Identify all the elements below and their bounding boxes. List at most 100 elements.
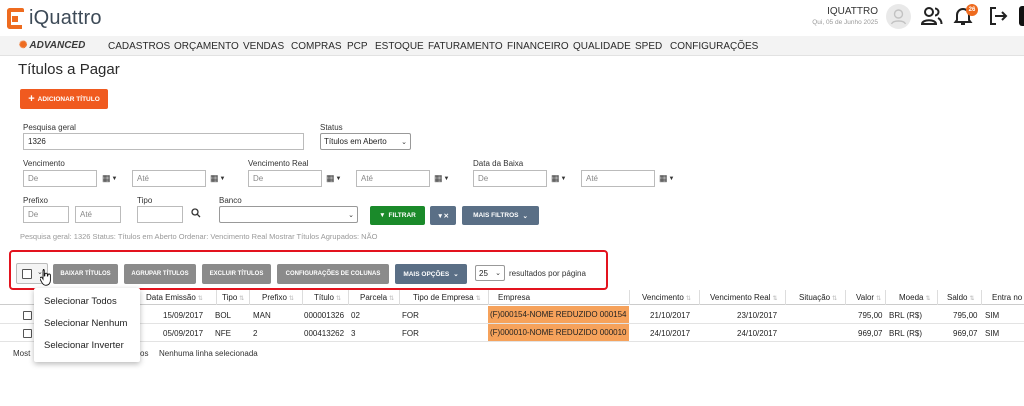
vencimento-from-input[interactable]: De [23,170,97,187]
table-header: Data Emissão ⇅ Tipo ⇅ Prefixo ⇅ Título ⇅ Par… [0,290,1024,305]
excluir-titulos-button[interactable]: EXCLUIR TÍTULOS [202,264,271,284]
col-vencimento[interactable]: Vencimento ⇅ [642,293,691,302]
user-info: IQUATTRO Qui, 05 de Junho 2025 [808,6,878,26]
col-tipo-empresa[interactable]: Tipo de Empresa ⇅ [413,293,481,302]
app-logo[interactable]: iQuattro [7,7,102,30]
search-input[interactable]: 1326 [23,133,304,150]
vencimento-to-input[interactable]: Até [132,170,206,187]
menu-cadastros[interactable]: CADASTROS [108,41,170,52]
select-all-checkbox[interactable] [22,269,32,279]
calendar-icon[interactable]: ▦ ▼ [551,173,566,184]
col-situacao[interactable]: Situação ⇅ [799,293,837,302]
chevron-down-icon: ⌄ [453,271,459,278]
col-moeda[interactable]: Moeda ⇅ [899,293,931,302]
col-titulo[interactable]: Título ⇅ [314,293,341,302]
config-colunas-button[interactable]: CONFIGURAÇÕES DE COLUNAS [277,264,389,284]
row-checkbox[interactable] [23,329,32,338]
mais-opcoes-button[interactable]: MAIS OPÇÕES ⌄ [395,264,467,284]
col-parcela[interactable]: Parcela ⇅ [360,293,394,302]
col-saldo[interactable]: Saldo ⇅ [947,293,975,302]
cell-prefixo: MAN [253,311,271,320]
chevron-down-icon: ⌄ [401,138,407,146]
prefixo-from-input[interactable]: De [23,206,69,223]
menu-faturamento[interactable]: FATURAMENTO [428,41,503,52]
table-row[interactable]: 05/09/2017 NFE 2 000413262 3 FOR (F)0000… [0,324,1024,342]
menu-item-select-invert[interactable]: Selecionar Inverter [44,340,124,351]
data-baixa-to-input[interactable]: Até [581,170,655,187]
data-baixa-from-input[interactable]: De [473,170,547,187]
data-baixa-label: Data da Baixa [473,159,524,168]
col-entra-no[interactable]: Entra no [992,293,1022,302]
pagination-info-right: os [140,349,149,358]
cell-data-emissao: 05/09/2017 [163,329,204,338]
menu-financeiro[interactable]: FINANCEIRO [507,41,569,52]
menu-orcamento[interactable]: ORÇAMENTO [174,41,239,52]
col-prefixo[interactable]: Prefixo ⇅ [262,293,294,302]
menu-item-select-all[interactable]: Selecionar Todos [44,296,117,307]
chevron-down-icon: ⌄ [495,270,501,277]
filter-summary: Pesquisa geral: 1326 Status: Títulos em … [20,232,378,241]
row-checkbox[interactable] [23,311,32,320]
add-title-button[interactable]: + ADICIONAR TÍTULO [20,89,108,109]
app-header: iQuattro IQUATTRO Qui, 05 de Junho 2025 … [0,0,1024,36]
cell-empresa: (F)000010-NOME REDUZIDO 000010 [488,324,629,341]
cell-valor: 969,07 [858,329,883,338]
per-page-label: resultados por página [509,269,586,278]
logout-icon[interactable] [988,6,1008,26]
menu-pcp[interactable]: PCP [347,41,368,52]
cell-vencimento: 24/10/2017 [650,329,691,338]
cell-entra-no: SIM [985,311,1000,320]
cell-titulo: 000413262 [304,329,345,338]
col-tipo[interactable]: Tipo ⇅ [222,293,244,302]
users-icon[interactable] [920,6,943,26]
cell-tipo-empresa: FOR [402,311,419,320]
menu-estoque[interactable]: ESTOQUE [375,41,424,52]
search-icon[interactable] [191,208,201,218]
banco-label: Banco [219,196,242,205]
per-page-select[interactable]: 25 ⌄ [475,265,505,281]
filter-button[interactable]: ▼ FILTRAR [370,206,425,225]
baixar-titulos-button[interactable]: BAIXAR TÍTULOS [53,264,118,284]
cell-prefixo: 2 [253,329,258,338]
logo-text: iQuattro [29,7,102,29]
avatar[interactable] [886,4,911,29]
logo-mark-icon [7,8,26,29]
menu-vendas[interactable]: VENDAS [243,41,284,52]
advanced-brand: ✺ ADVANCED [19,40,86,51]
vencimento-real-label: Vencimento Real [248,159,309,168]
clear-filter-button[interactable]: ▼✕ [430,206,456,225]
col-vencimento-real[interactable]: Vencimento Real ⇅ [710,293,778,302]
cell-vencimento: 21/10/2017 [650,311,691,320]
menu-configuracoes[interactable]: CONFIGURAÇÕES [670,41,758,52]
current-date: Qui, 05 de Junho 2025 [812,19,878,26]
calendar-icon[interactable]: ▦ ▼ [326,173,341,184]
agrupar-titulos-button[interactable]: AGRUPAR TÍTULOS [124,264,196,284]
calendar-icon[interactable]: ▦ ▼ [210,173,225,184]
table-row[interactable]: 15/09/2017 BOL MAN 000001326 02 FOR (F)0… [0,306,1024,324]
tipo-input[interactable] [137,206,183,223]
cell-empresa: (F)000154-NOME REDUZIDO 000154 [488,306,629,323]
col-valor[interactable]: Valor ⇅ [856,293,881,302]
menu-item-select-none[interactable]: Selecionar Nenhum [44,318,127,329]
status-select[interactable]: Títulos em Aberto ⌄ [320,133,411,150]
menu-qualidade[interactable]: QUALIDADE [573,41,631,52]
more-filters-button[interactable]: MAIS FILTROS ⌄ [462,206,539,225]
vencimento-real-from-input[interactable]: De [248,170,322,187]
menu-compras[interactable]: COMPRAS [291,41,342,52]
banco-select[interactable]: ⌄ [219,206,358,223]
col-data-emissao[interactable]: Data Emissão ⇅ [146,293,203,302]
vencimento-real-to-input[interactable]: Até [356,170,430,187]
calendar-icon[interactable]: ▦ ▼ [102,173,117,184]
page-title: Títulos a Pagar [18,61,120,78]
selection-status: Nenhuma linha selecionada [159,349,258,358]
prefixo-to-input[interactable]: Até [75,206,121,223]
col-empresa[interactable]: Empresa [498,293,530,302]
more-menu-icon[interactable] [1019,6,1024,26]
calendar-icon[interactable]: ▦ ▼ [434,173,449,184]
calendar-icon[interactable]: ▦ ▼ [659,173,674,184]
menu-sped[interactable]: SPED [635,41,662,52]
cell-moeda: BRL (R$) [889,329,923,338]
plus-icon: + [28,92,35,105]
cell-moeda: BRL (R$) [889,311,923,320]
chevron-down-icon: ⌄ [522,212,528,220]
